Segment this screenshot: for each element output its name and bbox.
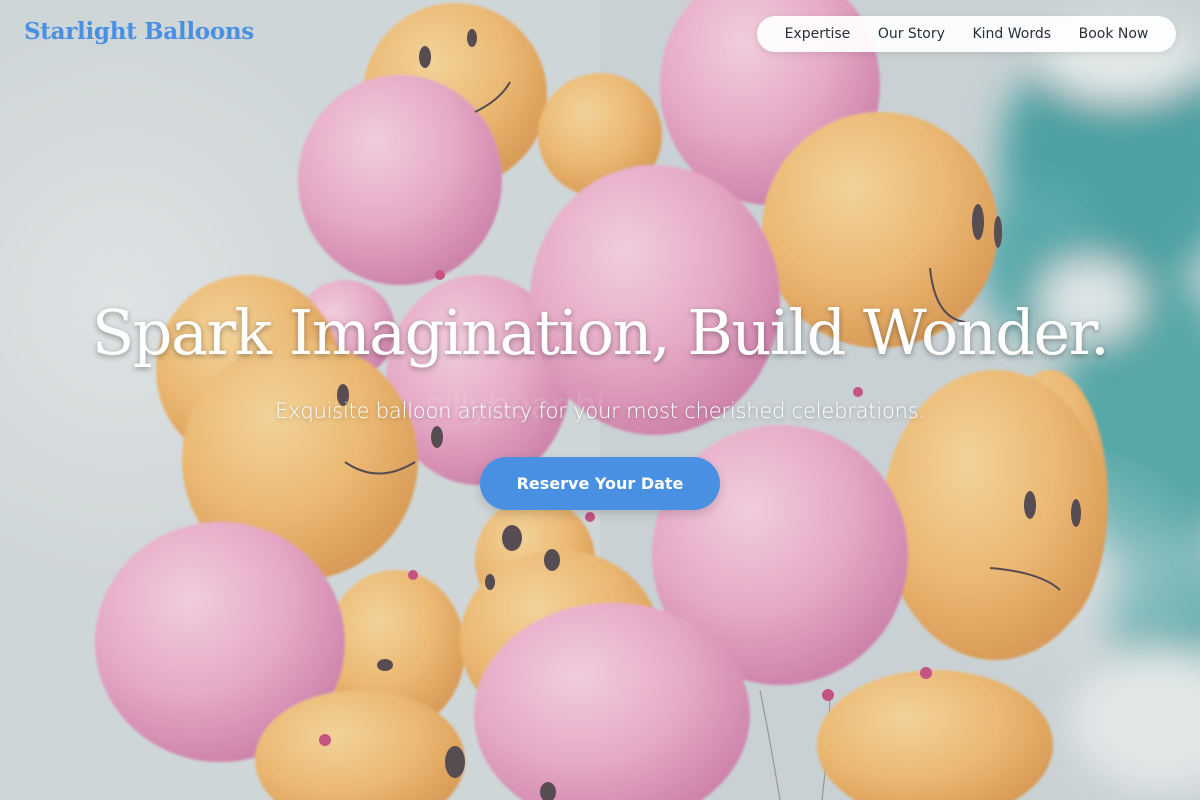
brand-logo[interactable]: Starlight Balloons bbox=[24, 18, 254, 45]
nav-link-our-story[interactable]: Our Story bbox=[878, 26, 945, 42]
nav-link-book-now[interactable]: Book Now bbox=[1079, 26, 1149, 42]
reserve-date-button[interactable]: Reserve Your Date bbox=[480, 457, 720, 510]
hero-subtitle: Exquisite balloon artistry for your most… bbox=[275, 399, 925, 423]
main-nav: Expertise Our Story Kind Words Book Now bbox=[757, 16, 1176, 52]
nav-link-expertise[interactable]: Expertise bbox=[785, 26, 851, 42]
hero-title: Spark Imagination, Build Wonder. bbox=[91, 296, 1110, 369]
nav-link-kind-words[interactable]: Kind Words bbox=[972, 26, 1051, 42]
